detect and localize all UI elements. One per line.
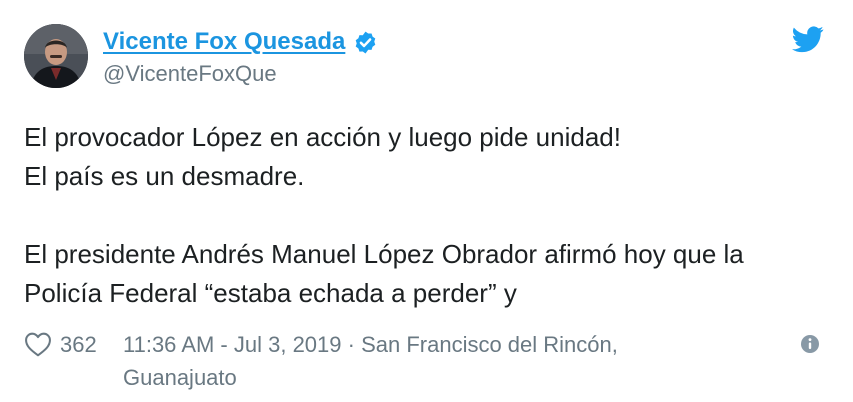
location-line-1[interactable]: San Francisco del Rincón,: [361, 332, 618, 357]
like-count: 362: [60, 332, 97, 357]
twitter-bird-icon[interactable]: [792, 26, 824, 53]
tweet-meta: 11:36 AM - Jul 3, 2019 · San Francisco d…: [123, 328, 723, 394]
heart-icon: [25, 332, 51, 357]
like-button[interactable]: 362: [24, 328, 97, 361]
author-handle[interactable]: @VicenteFoxQue: [103, 60, 277, 88]
tweet-line: El provocador López en acción y luego pi…: [24, 122, 621, 152]
tweet-footer: 362 11:36 AM - Jul 3, 2019 · San Francis…: [24, 328, 829, 394]
tweet-paragraph-gap: [24, 196, 829, 235]
tweet-text: El provocador López en acción y luego pi…: [24, 118, 829, 313]
meta-separator: ·: [341, 332, 362, 357]
verified-badge-icon: [356, 31, 376, 53]
info-icon[interactable]: [800, 334, 820, 354]
tweet-line: El país es un desmadre.: [24, 161, 305, 191]
avatar[interactable]: [24, 24, 88, 88]
avatar-image: [24, 24, 88, 88]
author-name[interactable]: Vicente Fox Quesada: [103, 27, 345, 57]
location-line-2[interactable]: Guanajuato: [123, 365, 237, 390]
tweet-line: Policía Federal “estaba echada a perder”…: [24, 278, 517, 308]
tweet-timestamp[interactable]: 11:36 AM - Jul 3, 2019: [123, 332, 342, 357]
tweet-line: El presidente Andrés Manuel López Obrado…: [24, 239, 744, 269]
